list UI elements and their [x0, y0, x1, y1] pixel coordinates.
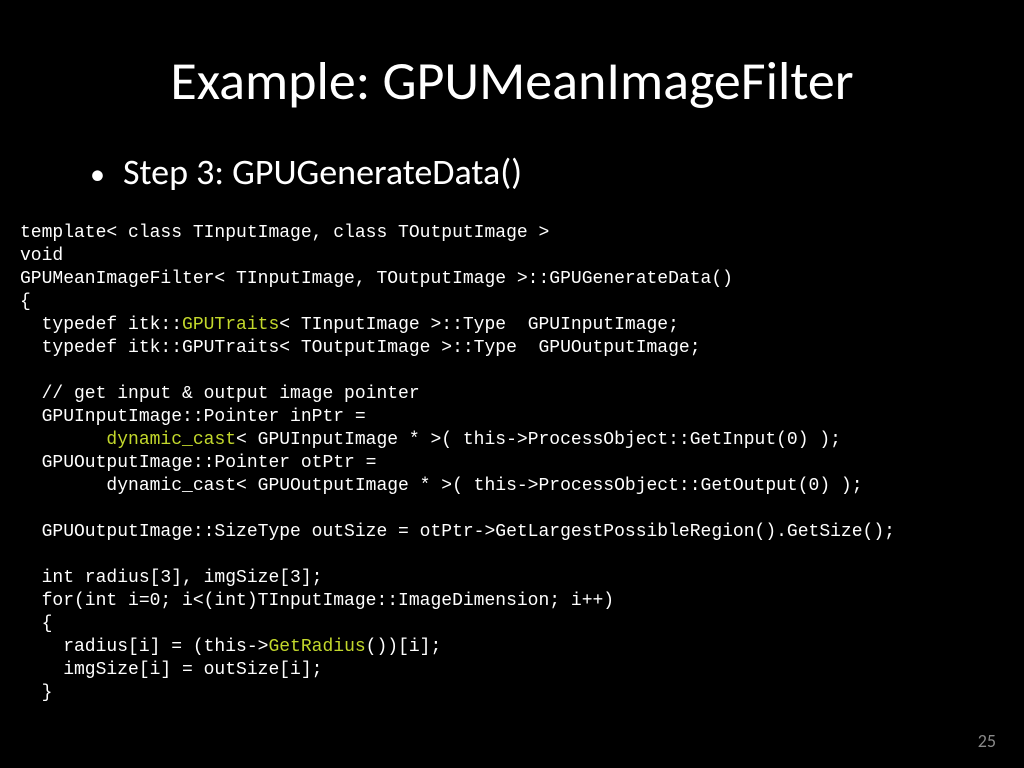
highlight-getradius: GetRadius	[268, 637, 365, 657]
code-line: template< class TInputImage, class TOutp…	[20, 223, 549, 243]
bullet-dot-icon: •	[90, 160, 105, 190]
code-line: typedef itk::	[20, 315, 182, 335]
code-line: GPUInputImage::Pointer inPtr =	[20, 407, 376, 427]
code-line: ())[i];	[366, 637, 442, 657]
bullet-item: • Step 3: GPUGenerateData()	[90, 150, 1024, 194]
code-line: GPUOutputImage::SizeType outSize = otPtr…	[20, 522, 895, 542]
code-line: // get input & output image pointer	[20, 384, 420, 404]
highlight-gputraits: GPUTraits	[182, 315, 279, 335]
code-line: int radius[3], imgSize[3];	[20, 568, 322, 588]
code-line: GPUOutputImage::Pointer otPtr =	[20, 453, 387, 473]
code-line: GPUMeanImageFilter< TInputImage, TOutput…	[20, 269, 733, 289]
slide-title: Example: GPUMeanImageFilter	[0, 48, 1024, 114]
code-line: < TInputImage >::Type GPUInputImage;	[279, 315, 679, 335]
code-line: < GPUInputImage * >( this->ProcessObject…	[236, 430, 841, 450]
code-line: typedef itk::GPUTraits< TOutputImage >::…	[20, 338, 701, 358]
page-number: 25	[978, 730, 996, 752]
code-line: radius[i] = (this->	[20, 637, 268, 657]
code-line: {	[20, 614, 52, 634]
code-line: {	[20, 292, 31, 312]
code-line: }	[20, 683, 52, 703]
code-line	[20, 430, 106, 450]
highlight-dynamic-cast: dynamic_cast	[106, 430, 236, 450]
code-line: for(int i=0; i<(int)TInputImage::ImageDi…	[20, 591, 614, 611]
slide: Example: GPUMeanImageFilter • Step 3: GP…	[0, 0, 1024, 768]
code-line: void	[20, 246, 63, 266]
code-line: imgSize[i] = outSize[i];	[20, 660, 322, 680]
code-line: dynamic_cast< GPUOutputImage * >( this->…	[20, 476, 863, 496]
bullet-text: Step 3: GPUGenerateData()	[123, 150, 522, 194]
code-block: template< class TInputImage, class TOutp…	[0, 222, 1024, 705]
